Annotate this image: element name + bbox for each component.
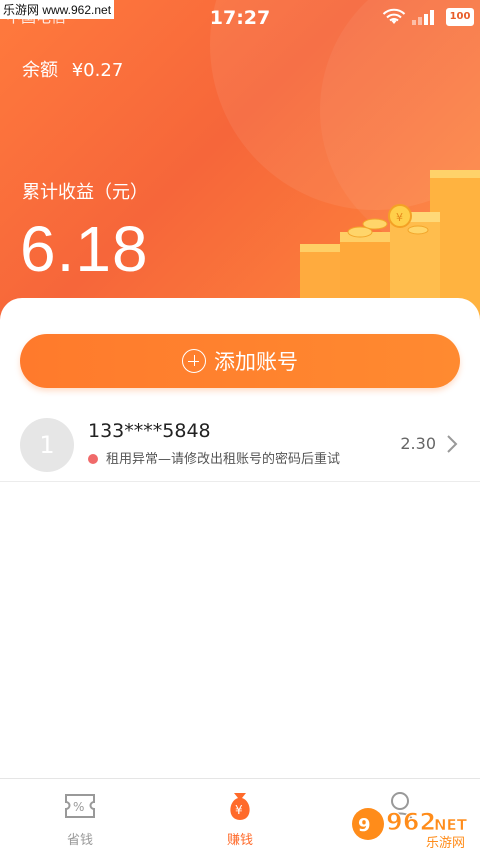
chevron-right-icon[interactable] xyxy=(446,434,458,454)
brand-net: NET xyxy=(434,816,468,834)
brand-big: 962 xyxy=(386,808,436,836)
account-amount: 2.30 xyxy=(400,434,436,453)
earnings-label: 累计收益（元） xyxy=(22,182,148,203)
svg-text:%: % xyxy=(73,800,84,814)
coins-bars-illustration: ¥ xyxy=(300,170,480,320)
signal-icon xyxy=(412,10,434,25)
svg-text:¥: ¥ xyxy=(396,211,403,224)
account-avatar: 1 xyxy=(20,418,74,472)
error-dot-icon xyxy=(88,454,98,464)
add-account-label: 添加账号 xyxy=(214,350,298,374)
tab-label: 省钱 xyxy=(66,833,93,848)
balance-display: 余额 ¥0.27 xyxy=(22,56,123,82)
tab-save-money[interactable]: % 省钱 xyxy=(0,779,160,854)
battery-icon: 100 xyxy=(446,8,474,26)
svg-text:9: 9 xyxy=(358,815,371,836)
account-status: 租用异常—请修改出租账号的密码后重试 xyxy=(106,452,341,467)
svg-text:¥: ¥ xyxy=(235,803,243,817)
money-bag-icon: ¥ xyxy=(230,793,250,820)
balance-value: ¥0.27 xyxy=(71,60,124,81)
tab-label: 赚钱 xyxy=(226,833,253,848)
earnings-value: 6.18 xyxy=(20,213,149,285)
account-row[interactable]: 1 133****5848 租用异常—请修改出租账号的密码后重试 2.30 xyxy=(0,406,480,482)
wifi-icon xyxy=(382,8,406,24)
brand-cn: 乐游网 xyxy=(426,836,465,850)
brand-watermark-logo: 9 962 NET 乐游网 xyxy=(352,808,468,850)
tab-earn-money[interactable]: ¥ 赚钱 xyxy=(160,779,320,854)
balance-label: 余额 xyxy=(22,60,58,81)
watermark: 乐游网 www.962.net xyxy=(0,0,115,19)
account-number: 133****5848 xyxy=(88,420,211,442)
ticket-icon: % xyxy=(65,794,95,818)
plus-circle-icon xyxy=(182,349,206,373)
add-account-button[interactable]: 添加账号 xyxy=(20,334,460,388)
